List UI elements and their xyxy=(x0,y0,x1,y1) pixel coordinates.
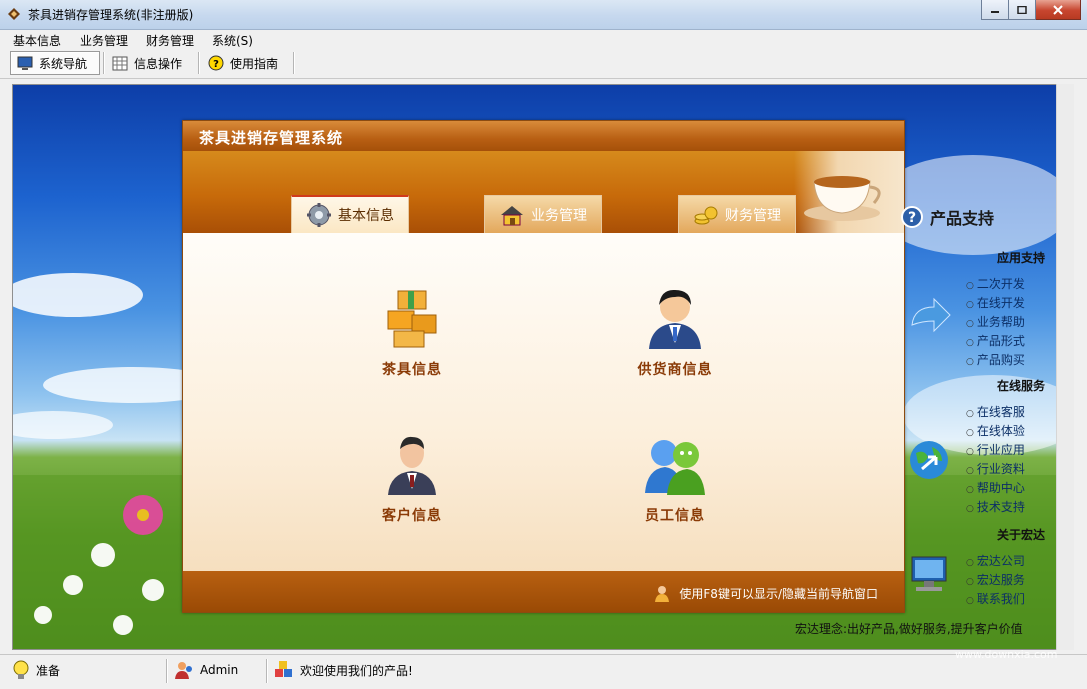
toolbar-divider xyxy=(103,52,105,74)
customer-info-item[interactable]: 客户信息 xyxy=(347,431,477,525)
link-hongda-company[interactable]: 宏达公司 xyxy=(966,552,1025,569)
menu-bar: 基本信息 业务管理 财务管理 系统(S) xyxy=(0,30,1087,48)
status-bar: 准备 Admin 欢迎使用我们的产品! xyxy=(0,654,1087,689)
teaware-info-item[interactable]: 茶具信息 xyxy=(347,285,477,379)
watermark: www.downxia.com xyxy=(955,648,1058,661)
tab-finance-label: 财务管理 xyxy=(725,207,781,224)
teaware-info-label: 茶具信息 xyxy=(382,362,442,378)
company-slogan: 宏达理念:出好产品,做好服务,提升客户价值 xyxy=(795,622,1023,636)
maximize-button[interactable] xyxy=(1009,0,1036,20)
grid-icon xyxy=(112,56,128,70)
house-icon xyxy=(501,205,523,225)
link-help-center[interactable]: 帮助中心 xyxy=(966,479,1025,496)
dialog-title: 茶具进销存管理系统 xyxy=(183,121,904,151)
help-icon: ? xyxy=(208,55,224,71)
user-icon xyxy=(175,662,192,679)
status-user-text: Admin xyxy=(200,663,239,677)
title-bar: 茶具进销存管理系统(非注册版) xyxy=(0,0,1087,30)
tab-business[interactable]: 业务管理 xyxy=(484,195,602,233)
info-ops-label: 信息操作 xyxy=(134,56,183,71)
product-support-title: ? 产品支持 xyxy=(900,205,994,229)
tab-basic-info-label: 基本信息 xyxy=(338,208,394,224)
link-hongda-service[interactable]: 宏达服务 xyxy=(966,571,1025,588)
coins-icon xyxy=(694,206,718,224)
window-controls xyxy=(981,0,1081,21)
gear-icon xyxy=(307,203,331,227)
arrow-icon xyxy=(911,297,951,333)
menu-system[interactable]: 系统(S) xyxy=(212,32,253,49)
employee-info-item[interactable]: 员工信息 xyxy=(610,431,740,525)
product-support-panel: ? 产品支持 应用支持 二次开发 在线开发 业务帮助 产品形式 产品购买 在线服… xyxy=(900,195,1060,645)
status-ready-text: 准备 xyxy=(36,663,61,678)
link-product-form[interactable]: 产品形式 xyxy=(966,332,1025,349)
online-service-heading: 在线服务 xyxy=(997,379,1046,393)
svg-text:?: ? xyxy=(908,210,916,226)
link-industry-docs[interactable]: 行业资料 xyxy=(966,460,1025,477)
svg-text:?: ? xyxy=(213,59,219,70)
tab-finance[interactable]: 财务管理 xyxy=(678,195,796,233)
toolbar: 系统导航 信息操作 ? 使用指南 xyxy=(0,48,1087,79)
minimize-button[interactable] xyxy=(981,0,1009,20)
businessman-icon xyxy=(649,289,701,349)
link-online-service[interactable]: 在线客服 xyxy=(966,403,1025,420)
dialog-footer: 使用F8键可以显示/隐藏当前导航窗口 xyxy=(183,571,904,612)
teacup-banner xyxy=(794,151,904,233)
link-online-trial[interactable]: 在线体验 xyxy=(966,422,1025,439)
status-welcome: 欢迎使用我们的产品! xyxy=(274,660,413,680)
info-ops-button[interactable]: 信息操作 xyxy=(106,51,194,75)
link-online-dev[interactable]: 在线开发 xyxy=(966,294,1025,311)
lightbulb-icon xyxy=(13,660,29,679)
navigation-dialog: 茶具进销存管理系统 基本信息 业务管理 财务管理 茶具信息 供货商信息 客户信息… xyxy=(182,120,905,613)
teacup-icon xyxy=(804,176,881,221)
f8-hint: 使用F8键可以显示/隐藏当前导航窗口 xyxy=(653,584,878,602)
status-ready: 准备 xyxy=(12,660,60,680)
tab-business-label: 业务管理 xyxy=(531,207,587,224)
close-button[interactable] xyxy=(1036,0,1081,20)
users-icon xyxy=(645,440,705,495)
link-secondary-dev[interactable]: 二次开发 xyxy=(966,275,1025,292)
app-support-heading: 应用支持 xyxy=(997,251,1046,265)
window-title: 茶具进销存管理系统(非注册版) xyxy=(28,8,194,22)
link-industry-app[interactable]: 行业应用 xyxy=(966,441,1025,458)
supplier-info-label: 供货商信息 xyxy=(637,362,713,378)
link-contact-us[interactable]: 联系我们 xyxy=(966,590,1025,607)
menu-business[interactable]: 业务管理 xyxy=(80,32,128,49)
user-guide-button[interactable]: ? 使用指南 xyxy=(202,51,290,75)
about-heading: 关于宏达 xyxy=(997,528,1046,542)
cubes-icon xyxy=(275,661,292,677)
minimize-icon xyxy=(991,10,999,13)
monitor-icon xyxy=(17,56,33,70)
person-icon xyxy=(655,586,670,602)
menu-basic-info[interactable]: 基本信息 xyxy=(13,32,61,49)
dialog-body: 茶具信息 供货商信息 客户信息 员工信息 xyxy=(183,233,904,571)
link-product-buy[interactable]: 产品购买 xyxy=(966,351,1025,368)
f8-hint-text: 使用F8键可以显示/隐藏当前导航窗口 xyxy=(679,586,878,601)
status-divider xyxy=(266,659,268,683)
system-nav-label: 系统导航 xyxy=(39,56,88,71)
customer-icon xyxy=(388,436,436,495)
toolbar-divider xyxy=(293,52,295,74)
status-divider xyxy=(166,659,168,683)
toolbar-divider xyxy=(198,52,200,74)
user-guide-label: 使用指南 xyxy=(230,56,279,71)
globe-icon xyxy=(910,441,948,479)
maximize-icon xyxy=(1017,5,1027,14)
computer-icon xyxy=(911,556,947,591)
app-icon xyxy=(8,8,20,20)
status-welcome-text: 欢迎使用我们的产品! xyxy=(300,663,413,678)
menu-finance[interactable]: 财务管理 xyxy=(146,32,194,49)
employee-info-label: 员工信息 xyxy=(645,508,705,524)
system-nav-button[interactable]: 系统导航 xyxy=(10,51,100,75)
link-business-help[interactable]: 业务帮助 xyxy=(966,313,1025,330)
close-icon xyxy=(1053,4,1063,15)
supplier-info-item[interactable]: 供货商信息 xyxy=(610,285,740,379)
customer-info-label: 客户信息 xyxy=(382,508,442,524)
tab-basic-info[interactable]: 基本信息 xyxy=(291,195,409,233)
boxes-icon xyxy=(387,290,437,348)
link-tech-support[interactable]: 技术支持 xyxy=(966,498,1025,515)
question-icon: ? xyxy=(901,206,923,228)
status-user: Admin xyxy=(174,660,238,680)
product-support-label: 产品支持 xyxy=(930,209,995,228)
